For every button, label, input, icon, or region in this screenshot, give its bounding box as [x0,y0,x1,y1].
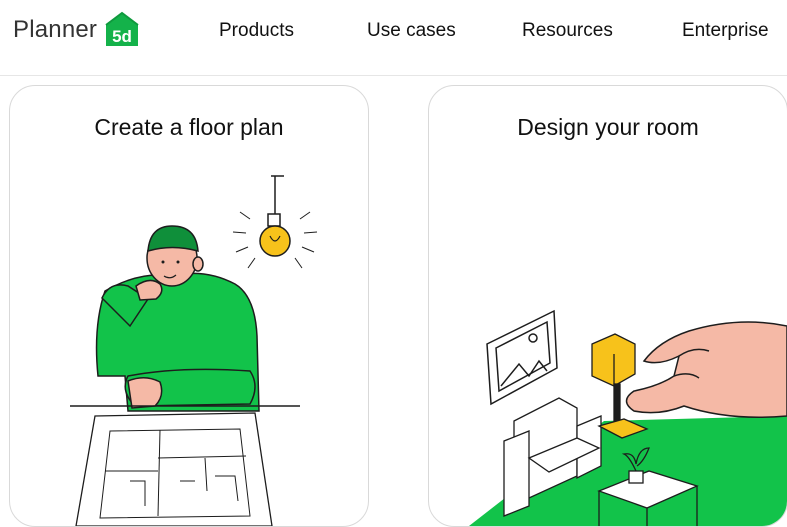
room-design-illustration [429,86,787,526]
person-figure [97,226,259,411]
card-create-floor-plan[interactable]: Create a floor plan [9,85,369,527]
nav-resources[interactable]: Resources [522,20,613,42]
floor-plan-sheet [76,413,272,526]
card-design-your-room[interactable]: Design your room [428,85,787,527]
lightbulb-icon [233,176,317,268]
wall-picture-frame [487,311,557,404]
nav-use-cases[interactable]: Use cases [367,20,456,42]
site-header: Planner 5d Products Use cases Resources … [0,0,787,76]
nav-enterprise[interactable]: Enterprise [682,20,769,42]
hand-figure [627,322,787,417]
floor-plan-illustration [10,86,368,526]
main-nav: Products Use cases Resources Enterprise [0,20,787,46]
nav-products[interactable]: Products [219,20,294,42]
